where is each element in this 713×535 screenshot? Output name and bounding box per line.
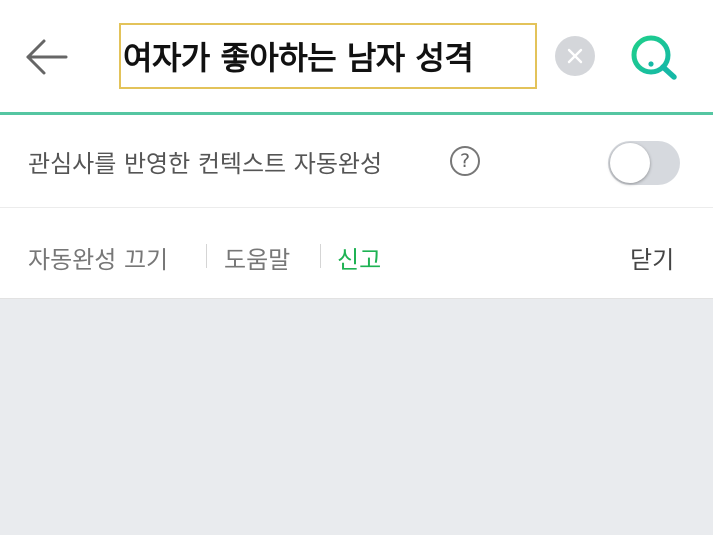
- arrow-left-icon: [26, 39, 68, 75]
- context-autocomplete-row: 관심사를 반영한 컨텍스트 자동완성: [0, 115, 713, 208]
- help-symbol: ?: [459, 150, 471, 172]
- search-header: 여자가 좋아하는 남자 성격: [0, 0, 713, 115]
- help-link[interactable]: 도움말: [224, 240, 290, 275]
- close-icon: [567, 48, 583, 64]
- context-autocomplete-label: 관심사를 반영한 컨텍스트 자동완성: [28, 150, 383, 178]
- context-autocomplete-toggle[interactable]: [608, 141, 680, 185]
- clear-search-button[interactable]: [555, 36, 595, 76]
- divider: [206, 244, 207, 268]
- report-link[interactable]: 신고: [337, 240, 381, 275]
- divider: [320, 244, 321, 268]
- disable-autocomplete-link[interactable]: 자동완성 끄기: [28, 240, 168, 275]
- toggle-knob: [610, 143, 650, 183]
- search-input[interactable]: 여자가 좋아하는 남자 성격: [119, 23, 537, 89]
- search-query-text: 여자가 좋아하는 남자 성격: [123, 39, 474, 77]
- search-icon: [631, 35, 677, 80]
- search-button[interactable]: [627, 31, 681, 85]
- close-button[interactable]: 닫기: [630, 240, 674, 275]
- back-button[interactable]: [24, 34, 70, 80]
- help-icon[interactable]: ?: [450, 146, 480, 176]
